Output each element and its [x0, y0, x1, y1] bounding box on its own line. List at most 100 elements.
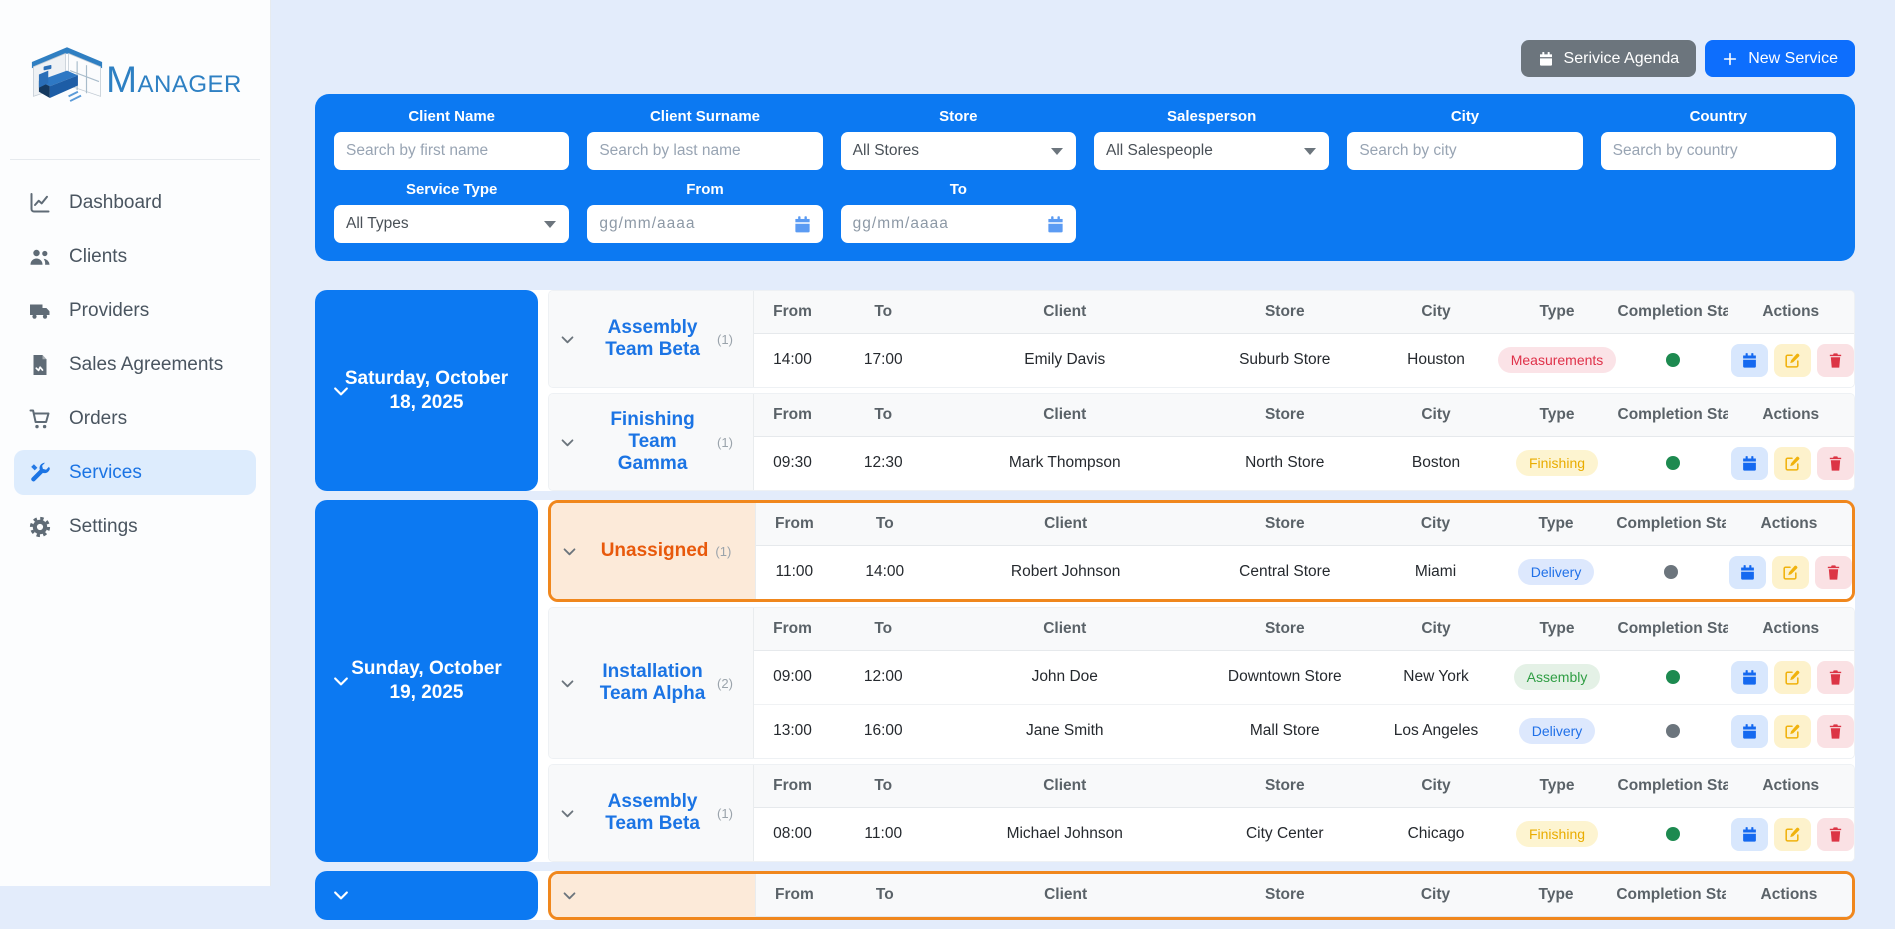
filter-input-country[interactable] [1600, 132, 1836, 170]
sidebar-item-label: Orders [69, 407, 128, 429]
schedule-button[interactable] [1730, 817, 1768, 851]
edit-button[interactable] [1771, 555, 1809, 589]
filter-select-store[interactable]: All Stores [840, 132, 1076, 170]
delete-button[interactable] [1816, 817, 1854, 851]
day-label: Sunday, October 19, 2025 [351, 658, 502, 703]
schedule-button[interactable] [1730, 714, 1768, 748]
day-header-sunday-october-19-2025[interactable]: Sunday, October 19, 2025 [315, 500, 538, 862]
select-value: All Stores [852, 142, 919, 159]
sidebar-item-services[interactable]: Services [14, 450, 256, 495]
column-header-store: Store [1194, 291, 1376, 334]
column-header-type: Type [1496, 291, 1618, 334]
cell-from: 13:00 [754, 704, 831, 758]
cell-type: Delivery [1495, 545, 1617, 599]
trash-icon [1827, 455, 1844, 472]
cell-store: North Store [1194, 436, 1376, 490]
cell-city: Houston [1375, 333, 1497, 387]
cell-from: 14:00 [754, 333, 831, 387]
team-header-x[interactable] [551, 874, 756, 917]
column-header-completion-sta: Completion Sta [1617, 394, 1728, 437]
delete-button[interactable] [1816, 714, 1854, 748]
team-header-installation-team-alpha[interactable]: Installation Team Alpha (2) [549, 608, 754, 758]
cell-store: Suburb Store [1194, 333, 1376, 387]
schedule-button[interactable] [1730, 660, 1768, 694]
column-header-city: City [1375, 394, 1497, 437]
sidebar-item-sales-agreements[interactable]: Sales Agreements [14, 342, 256, 387]
truck-icon [28, 298, 54, 324]
cell-completion-status [1616, 545, 1726, 599]
filter-city: City [1347, 108, 1583, 170]
schedule-button[interactable] [1730, 446, 1768, 480]
service-table-wrap: From To Client Store City Type Completion Sta A… [756, 874, 1852, 917]
column-header-city: City [1375, 291, 1497, 334]
day-header-x[interactable] [315, 871, 538, 920]
type-badge: Finishing [1515, 821, 1599, 848]
cell-actions [1727, 807, 1854, 861]
cell-actions [1727, 704, 1854, 758]
chevron-down-icon [1304, 147, 1317, 155]
column-header-to: To [832, 503, 937, 546]
type-badge: Assembly [1513, 664, 1601, 690]
table-row: 09:30 12:30 Mark Thompson North Store Boston… [754, 436, 1854, 490]
team-header-assembly-team-beta[interactable]: Assembly Team Beta (1) [549, 291, 754, 387]
edit-button[interactable] [1773, 446, 1811, 480]
delete-button[interactable] [1814, 555, 1852, 589]
filter-client-name: Client Name [334, 108, 570, 170]
status-dot [1665, 353, 1680, 368]
schedule-button[interactable] [1730, 343, 1768, 377]
team-header-assembly-team-beta[interactable]: Assembly Team Beta (1) [549, 765, 754, 861]
document-icon [28, 352, 54, 378]
plus-icon [1722, 51, 1738, 67]
team-header-unassigned[interactable]: Unassigned (1) [551, 503, 756, 599]
sidebar-item-clients[interactable]: Clients [14, 234, 256, 279]
select-value: All Salespeople [1105, 142, 1213, 159]
filter-input-client-name[interactable] [334, 132, 570, 170]
cell-city: Chicago [1375, 807, 1497, 861]
filter-select-salesperson[interactable]: All Salespeople [1093, 132, 1330, 170]
filter-select-service-type[interactable]: All Types [334, 205, 570, 243]
edit-button[interactable] [1773, 817, 1811, 851]
column-header-client: Client [935, 394, 1194, 437]
filter-date-to[interactable]: gg/mm/aaaa [840, 205, 1076, 243]
delete-button[interactable] [1816, 446, 1854, 480]
filter-input-client-surname[interactable] [587, 132, 823, 170]
sidebar-item-dashboard[interactable]: Dashboard [14, 180, 256, 225]
edit-button[interactable] [1773, 660, 1811, 694]
edit-button[interactable] [1773, 343, 1811, 377]
column-header-type: Type [1495, 503, 1617, 546]
edit-button[interactable] [1773, 714, 1811, 748]
column-header-client: Client [935, 291, 1194, 334]
delete-button[interactable] [1816, 343, 1854, 377]
cell-from: 09:30 [754, 436, 831, 490]
schedule-button[interactable] [1728, 555, 1766, 589]
sidebar-item-settings[interactable]: Settings [14, 504, 256, 549]
service-agenda-button[interactable]: Serivice Agenda [1520, 40, 1697, 77]
sidebar-item-providers[interactable]: Providers [14, 288, 256, 333]
cell-to: 16:00 [831, 704, 936, 758]
status-dot [1665, 669, 1680, 684]
cell-client: Michael Johnson [935, 807, 1194, 861]
sidebar-item-label: Dashboard [69, 191, 162, 213]
calendar-icon [1741, 455, 1758, 472]
cell-completion-status [1617, 333, 1728, 387]
column-header-to: To [831, 765, 936, 808]
team-count: (1) [717, 331, 733, 347]
delete-button[interactable] [1816, 660, 1854, 694]
calendar-icon [1741, 669, 1758, 686]
cell-actions [1725, 545, 1852, 599]
new-service-button[interactable]: New Service [1705, 40, 1855, 77]
team-count: (2) [717, 675, 733, 691]
column-header-from: From [756, 874, 833, 917]
team-header-finishing-team-gamma[interactable]: Finishing Team Gamma (1) [549, 394, 754, 490]
column-header-city: City [1375, 503, 1496, 546]
table-row: 11:00 14:00 Robert Johnson Central Store Mia… [756, 545, 1852, 599]
day-header-saturday-october-18-2025[interactable]: Saturday, October 18, 2025 [315, 290, 538, 491]
filter-input-city[interactable] [1347, 132, 1583, 170]
column-header-client: Client [935, 765, 1194, 808]
chevron-down-icon [559, 331, 576, 348]
filter-client-surname: Client Surname [587, 108, 823, 170]
chevron-down-icon [544, 220, 557, 228]
filter-date-from[interactable]: gg/mm/aaaa [587, 205, 823, 243]
sidebar-item-orders[interactable]: Orders [14, 396, 256, 441]
team-section-assembly-team-beta: Assembly Team Beta (1) From To Client Store Ci… [548, 290, 1855, 388]
